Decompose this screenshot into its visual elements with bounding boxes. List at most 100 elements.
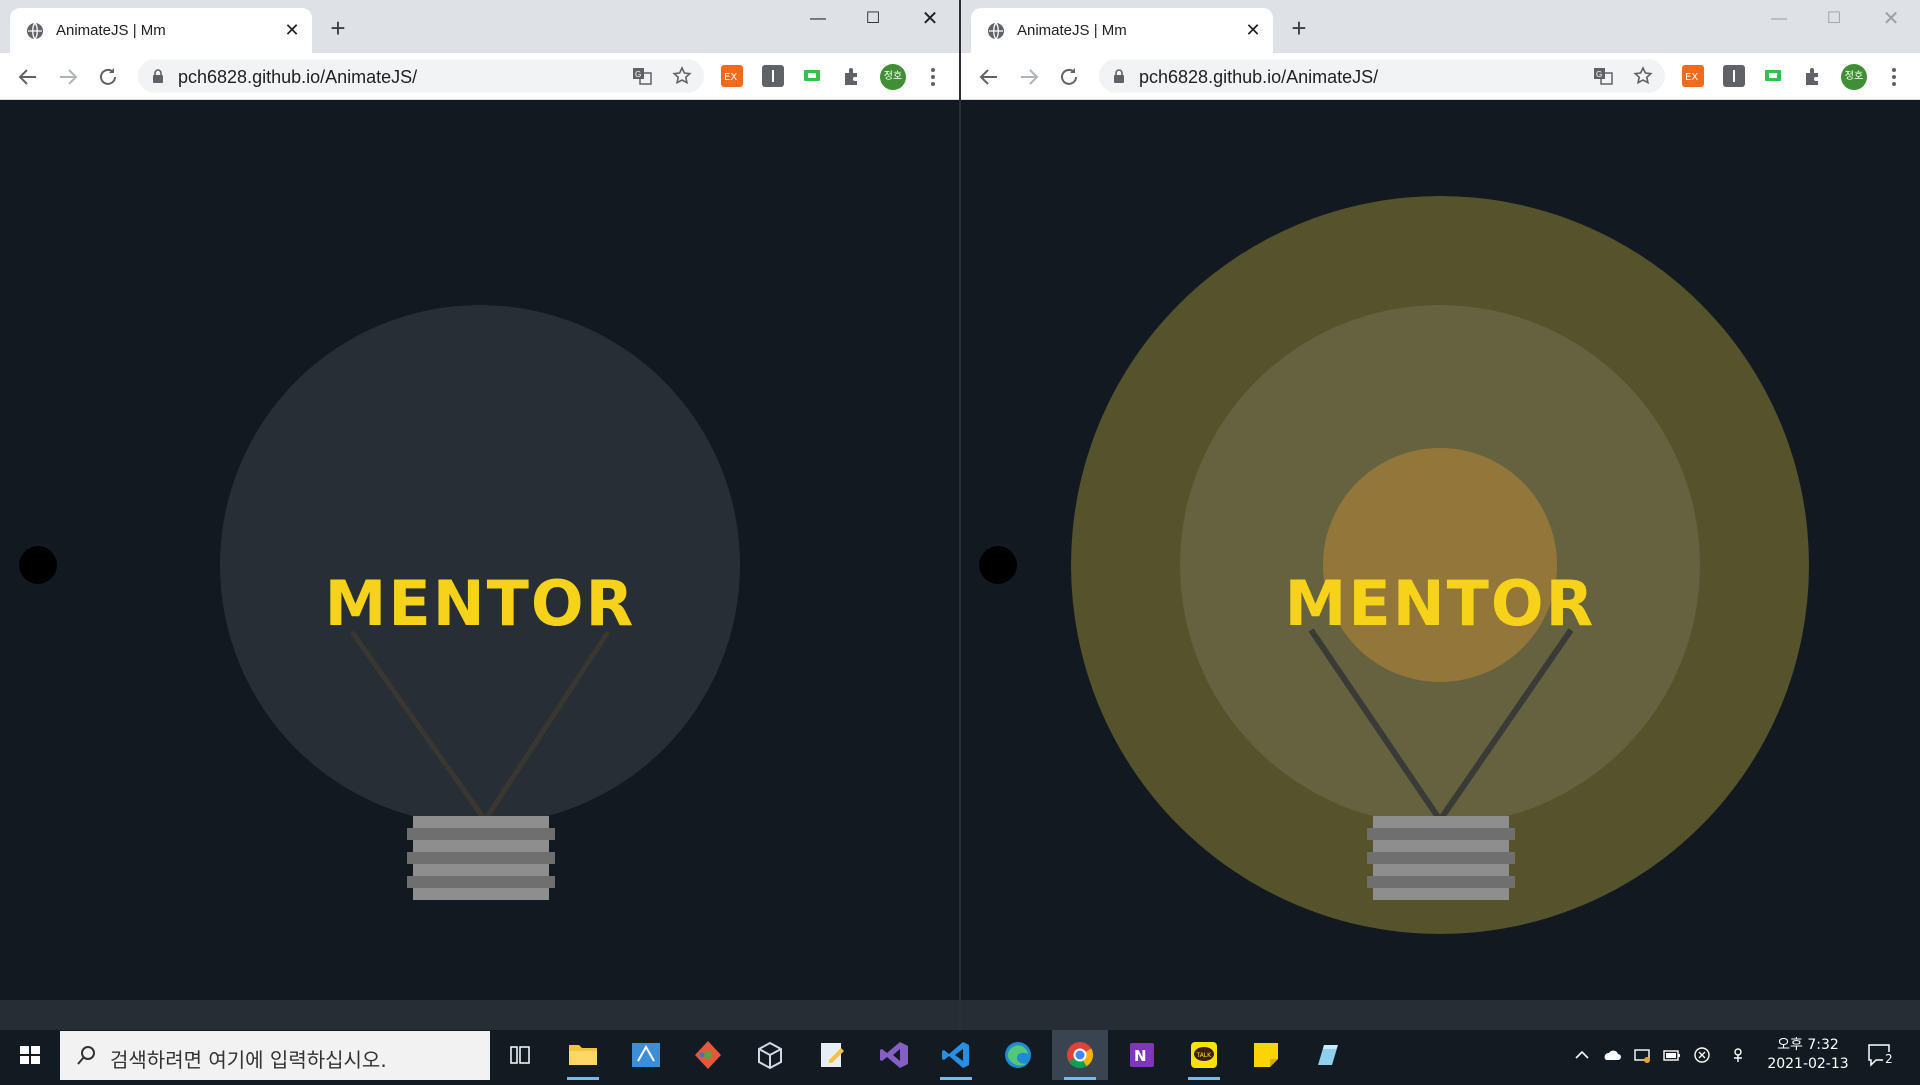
extension-ex-icon[interactable]: EX <box>1682 65 1704 87</box>
close-tab-icon[interactable]: ✕ <box>1243 20 1263 40</box>
reload-icon[interactable] <box>96 65 120 89</box>
tab-strip: AnimateJS | Mm ✕ + — ☐ ✕ <box>0 0 959 53</box>
profile-avatar[interactable]: 정호 <box>880 64 906 90</box>
profile-avatar[interactable]: 정호 <box>1841 64 1867 90</box>
translate-icon[interactable]: G <box>632 66 652 86</box>
bulb-scene-off: MENTOR <box>19 305 740 900</box>
edge-icon[interactable] <box>990 1030 1046 1080</box>
browser-window-left: AnimateJS | Mm ✕ + — ☐ ✕ pch6828.github.… <box>0 0 959 1030</box>
star-bookmark-icon[interactable] <box>672 66 692 86</box>
reload-icon[interactable] <box>1057 65 1081 89</box>
file-explorer-icon[interactable] <box>555 1030 611 1080</box>
close-window-button[interactable]: ✕ <box>1868 6 1914 32</box>
forward-arrow-icon[interactable] <box>56 65 80 89</box>
tab-strip: AnimateJS | Mm ✕ + — ☐ ✕ <box>961 0 1920 53</box>
page-viewport: MENTOR <box>961 100 1920 1000</box>
clock-time: 오후 7:32 <box>1777 1037 1839 1053</box>
extensions-puzzle-icon[interactable] <box>841 65 863 87</box>
bulb-socket <box>407 816 555 900</box>
taskbar-search-box[interactable]: 검색하려면 여기에 입력하십시오. <box>60 1031 490 1080</box>
glow-core <box>1323 448 1557 682</box>
page-bottom-bar <box>961 1000 1920 1030</box>
chrome-icon[interactable] <box>1052 1030 1108 1080</box>
maximize-button[interactable]: ☐ <box>850 6 896 32</box>
extension-reader-icon[interactable] <box>1723 65 1745 87</box>
bulb-socket <box>1367 816 1515 900</box>
close-window-button[interactable]: ✕ <box>907 6 953 32</box>
bulb-scene-on: MENTOR <box>979 196 1809 934</box>
url-text: pch6828.github.io/AnimateJS/ <box>1139 67 1379 87</box>
network-icon[interactable] <box>1632 1045 1652 1065</box>
visual-studio-icon[interactable] <box>866 1030 922 1080</box>
toggle-dot[interactable] <box>19 546 57 584</box>
toggle-dot[interactable] <box>979 546 1017 584</box>
kebab-menu-icon[interactable] <box>1887 65 1901 89</box>
remote-desktop-icon[interactable] <box>618 1030 674 1080</box>
browser-toolbar: pch6828.github.io/AnimateJS/ G EX 정호 <box>0 53 959 100</box>
sticky-notes-icon[interactable] <box>1238 1030 1294 1080</box>
back-arrow-icon[interactable] <box>977 65 1001 89</box>
svg-text:G: G <box>1596 70 1602 79</box>
git-icon[interactable] <box>680 1030 736 1080</box>
browser-tab[interactable]: AnimateJS | Mm ✕ <box>971 8 1273 53</box>
clock-date: 2021-02-13 <box>1767 1056 1849 1072</box>
extension-green-icon[interactable] <box>801 65 823 87</box>
browser-window-right: AnimateJS | Mm ✕ + — ☐ ✕ pch6828.github.… <box>961 0 1920 1030</box>
browser-tab[interactable]: AnimateJS | Mm ✕ <box>10 8 312 53</box>
extension-ex-icon[interactable]: EX <box>721 65 743 87</box>
new-tab-button[interactable]: + <box>326 15 350 41</box>
new-tab-button[interactable]: + <box>1287 15 1311 41</box>
ime-icon[interactable] <box>1728 1045 1748 1065</box>
translate-icon[interactable]: G <box>1593 66 1613 86</box>
minimize-button[interactable]: — <box>795 6 841 32</box>
svg-text:EX: EX <box>1685 72 1698 83</box>
chevron-up-icon[interactable] <box>1572 1045 1592 1065</box>
onedrive-cloud-icon[interactable] <box>1602 1045 1622 1065</box>
extension-green-icon[interactable] <box>1762 65 1784 87</box>
lock-icon <box>1114 69 1124 83</box>
lock-icon <box>153 69 163 83</box>
address-bar[interactable]: pch6828.github.io/AnimateJS/ G <box>1099 59 1665 93</box>
globe-icon <box>988 22 1004 40</box>
svg-text:G: G <box>635 70 641 79</box>
battery-icon[interactable] <box>1662 1045 1682 1065</box>
taskbar-clock[interactable]: 오후 7:32 2021-02-13 <box>1760 1036 1856 1074</box>
minimize-button[interactable]: — <box>1756 6 1802 32</box>
forward-arrow-icon[interactable] <box>1017 65 1041 89</box>
maximize-button[interactable]: ☐ <box>1811 6 1857 32</box>
url-text: pch6828.github.io/AnimateJS/ <box>178 67 418 87</box>
search-icon <box>77 1046 95 1065</box>
pen-app-icon[interactable] <box>1300 1030 1356 1080</box>
page-bottom-bar <box>0 1000 959 1030</box>
globe-icon <box>27 22 43 40</box>
extensions-puzzle-icon[interactable] <box>1802 65 1824 87</box>
windows-logo-icon <box>20 1046 40 1064</box>
star-bookmark-icon[interactable] <box>1633 66 1653 86</box>
browser-toolbar: pch6828.github.io/AnimateJS/ G EX 정호 <box>961 53 1920 100</box>
bulb-glass <box>220 305 740 825</box>
extension-reader-icon[interactable] <box>762 65 784 87</box>
vscode-icon[interactable] <box>928 1030 984 1080</box>
volume-muted-icon[interactable] <box>1692 1045 1712 1065</box>
kakaotalk-icon[interactable]: TALK <box>1176 1030 1232 1080</box>
close-tab-icon[interactable]: ✕ <box>282 20 302 40</box>
page-viewport: MENTOR <box>0 100 959 1000</box>
onenote-icon[interactable]: N <box>1114 1030 1170 1080</box>
notification-count: 2 <box>1883 1052 1895 1066</box>
svg-text:N: N <box>1134 1047 1147 1065</box>
back-arrow-icon[interactable] <box>16 65 40 89</box>
svg-text:EX: EX <box>724 72 737 83</box>
notepad-icon[interactable] <box>804 1030 860 1080</box>
address-bar[interactable]: pch6828.github.io/AnimateJS/ G <box>138 59 704 93</box>
mentor-logo: MENTOR <box>1285 567 1596 640</box>
search-placeholder: 검색하려면 여기에 입력하십시오. <box>110 1048 387 1072</box>
virtualbox-icon[interactable] <box>742 1030 798 1080</box>
tab-title: AnimateJS | Mm <box>1017 22 1127 39</box>
tab-title: AnimateJS | Mm <box>56 22 166 39</box>
mentor-logo: MENTOR <box>325 567 636 640</box>
task-view-icon[interactable] <box>492 1030 548 1080</box>
action-center-button[interactable]: 2 <box>1866 1042 1896 1068</box>
svg-text:TALK: TALK <box>1196 1052 1213 1059</box>
start-button[interactable] <box>0 1030 60 1080</box>
kebab-menu-icon[interactable] <box>926 65 940 89</box>
